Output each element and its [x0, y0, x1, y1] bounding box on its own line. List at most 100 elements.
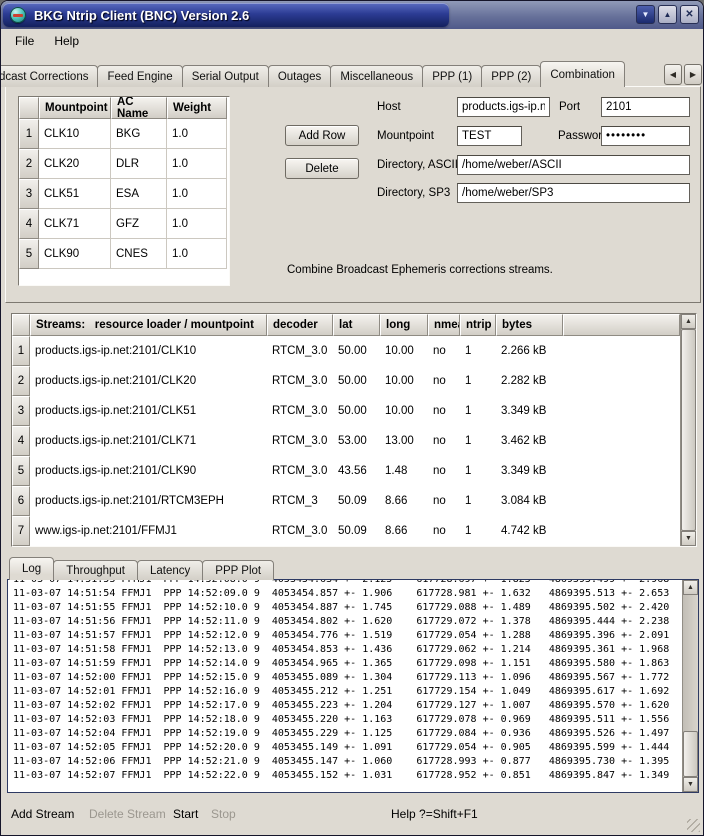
- cell-nmea[interactable]: no: [428, 366, 460, 396]
- col-header-decoder[interactable]: decoder: [267, 314, 333, 336]
- tab-scroll-right-button[interactable]: ▶: [684, 64, 702, 85]
- cell-bytes[interactable]: 3.349 kB: [496, 456, 563, 486]
- cell-mountpoint[interactable]: CLK71: [39, 209, 111, 239]
- cell-ac-name[interactable]: DLR: [111, 149, 167, 179]
- cell-nmea[interactable]: no: [428, 486, 460, 516]
- stream-row[interactable]: 5 products.igs-ip.net:2101/CLK90 RTCM_3.…: [12, 456, 696, 486]
- cell-long[interactable]: 8.66: [380, 486, 428, 516]
- cell-ntrip[interactable]: 1: [460, 516, 496, 546]
- combination-row[interactable]: 3 CLK51 ESA 1.0: [19, 179, 229, 209]
- tab-feed-engine[interactable]: Feed Engine: [97, 65, 182, 87]
- stream-row[interactable]: 3 products.igs-ip.net:2101/CLK51 RTCM_3.…: [12, 396, 696, 426]
- mountpoint-input[interactable]: [457, 126, 522, 146]
- cell-bytes[interactable]: 3.349 kB: [496, 396, 563, 426]
- tab-miscellaneous[interactable]: Miscellaneous: [330, 65, 423, 87]
- log-output[interactable]: 11-03-07 14:51:53 FFMJ1 PPP 14:52:08.0 9…: [13, 579, 669, 783]
- start-button[interactable]: Start: [173, 807, 198, 821]
- cell-mountpoint[interactable]: products.igs-ip.net:2101/CLK20: [30, 366, 267, 396]
- cell-mountpoint[interactable]: CLK20: [39, 149, 111, 179]
- cell-ntrip[interactable]: 1: [460, 486, 496, 516]
- cell-nmea[interactable]: no: [428, 396, 460, 426]
- cell-mountpoint[interactable]: products.igs-ip.net:2101/CLK90: [30, 456, 267, 486]
- cell-nmea[interactable]: no: [428, 336, 460, 366]
- cell-ac-name[interactable]: GFZ: [111, 209, 167, 239]
- stream-row[interactable]: 2 products.igs-ip.net:2101/CLK20 RTCM_3.…: [12, 366, 696, 396]
- scroll-up-button[interactable]: ▲: [681, 314, 696, 329]
- cell-bytes[interactable]: 2.266 kB: [496, 336, 563, 366]
- cell-long[interactable]: 8.66: [380, 516, 428, 546]
- combination-row[interactable]: 1 CLK10 BKG 1.0: [19, 119, 229, 149]
- close-button[interactable]: ✕: [680, 5, 699, 24]
- add-row-button[interactable]: Add Row: [285, 125, 359, 146]
- scrollbar-thumb[interactable]: [681, 329, 696, 531]
- col-header-ac-name[interactable]: AC Name: [111, 97, 167, 119]
- cell-decoder[interactable]: RTCM_3.0: [267, 396, 333, 426]
- cell-decoder[interactable]: RTCM_3.0: [267, 336, 333, 366]
- scrollbar-track[interactable]: [681, 329, 696, 531]
- tab-ppp-2[interactable]: PPP (2): [481, 65, 541, 87]
- stream-row[interactable]: 4 products.igs-ip.net:2101/CLK71 RTCM_3.…: [12, 426, 696, 456]
- cell-decoder[interactable]: RTCM_3.0: [267, 516, 333, 546]
- cell-mountpoint[interactable]: CLK51: [39, 179, 111, 209]
- cell-ac-name[interactable]: ESA: [111, 179, 167, 209]
- col-header-ntrip[interactable]: ntrip: [460, 314, 496, 336]
- col-header-streams[interactable]: Streams: resource loader / mountpoint: [30, 314, 267, 336]
- host-input[interactable]: [457, 97, 550, 117]
- directory-ascii-input[interactable]: [457, 155, 690, 175]
- cell-weight[interactable]: 1.0: [167, 149, 227, 179]
- col-header-nmea[interactable]: nmea: [428, 314, 460, 336]
- cell-long[interactable]: 10.00: [380, 396, 428, 426]
- tab-outages[interactable]: Outages: [268, 65, 331, 87]
- streams-scrollbar[interactable]: ▲ ▼: [680, 314, 696, 546]
- scroll-down-button[interactable]: ▼: [683, 777, 698, 792]
- password-input[interactable]: [601, 126, 690, 146]
- tab-throughput[interactable]: Throughput: [53, 560, 138, 580]
- cell-lat[interactable]: 53.00: [333, 426, 380, 456]
- cell-weight[interactable]: 1.0: [167, 119, 227, 149]
- combination-row[interactable]: 4 CLK71 GFZ 1.0: [19, 209, 229, 239]
- cell-mountpoint[interactable]: CLK90: [39, 239, 111, 269]
- cell-bytes[interactable]: 3.462 kB: [496, 426, 563, 456]
- cell-lat[interactable]: 43.56: [333, 456, 380, 486]
- col-header-bytes[interactable]: bytes: [496, 314, 563, 336]
- delete-button[interactable]: Delete: [285, 158, 359, 179]
- tab-latency[interactable]: Latency: [137, 560, 203, 580]
- tab-scroll-left-button[interactable]: ◀: [664, 64, 682, 85]
- cell-lat[interactable]: 50.00: [333, 336, 380, 366]
- log-scrollbar[interactable]: ▲ ▼: [682, 580, 698, 792]
- scroll-down-button[interactable]: ▼: [681, 531, 696, 546]
- cell-ntrip[interactable]: 1: [460, 366, 496, 396]
- cell-lat[interactable]: 50.00: [333, 396, 380, 426]
- menu-help[interactable]: Help: [44, 31, 89, 51]
- cell-nmea[interactable]: no: [428, 516, 460, 546]
- titlebar[interactable]: BKG Ntrip Client (BNC) Version 2.6 ▼ ▲ ✕: [1, 1, 703, 29]
- cell-mountpoint[interactable]: CLK10: [39, 119, 111, 149]
- cell-mountpoint[interactable]: products.igs-ip.net:2101/RTCM3EPH: [30, 486, 267, 516]
- cell-bytes[interactable]: 3.084 kB: [496, 486, 563, 516]
- cell-mountpoint[interactable]: products.igs-ip.net:2101/CLK51: [30, 396, 267, 426]
- cell-ntrip[interactable]: 1: [460, 396, 496, 426]
- tab-broadcast-corrections[interactable]: dcast Corrections: [1, 65, 98, 87]
- menu-file[interactable]: File: [5, 31, 44, 51]
- cell-bytes[interactable]: 4.742 kB: [496, 516, 563, 546]
- cell-lat[interactable]: 50.00: [333, 366, 380, 396]
- cell-ntrip[interactable]: 1: [460, 336, 496, 366]
- cell-long[interactable]: 1.48: [380, 456, 428, 486]
- scrollbar-thumb[interactable]: [683, 731, 698, 777]
- stream-row[interactable]: 1 products.igs-ip.net:2101/CLK10 RTCM_3.…: [12, 336, 696, 366]
- combination-row[interactable]: 2 CLK20 DLR 1.0: [19, 149, 229, 179]
- stream-row[interactable]: 6 products.igs-ip.net:2101/RTCM3EPH RTCM…: [12, 486, 696, 516]
- cell-decoder[interactable]: RTCM_3: [267, 486, 333, 516]
- help-button[interactable]: Help ?=Shift+F1: [391, 807, 478, 821]
- tab-combination[interactable]: Combination: [540, 61, 625, 87]
- col-header-mountpoint[interactable]: Mountpoint: [39, 97, 111, 119]
- cell-weight[interactable]: 1.0: [167, 209, 227, 239]
- cell-mountpoint[interactable]: products.igs-ip.net:2101/CLK71: [30, 426, 267, 456]
- cell-mountpoint[interactable]: www.igs-ip.net:2101/FFMJ1: [30, 516, 267, 546]
- tab-ppp-1[interactable]: PPP (1): [422, 65, 482, 87]
- app-icon[interactable]: [10, 7, 26, 23]
- cell-decoder[interactable]: RTCM_3.0: [267, 456, 333, 486]
- cell-bytes[interactable]: 2.282 kB: [496, 366, 563, 396]
- combination-row[interactable]: 5 CLK90 CNES 1.0: [19, 239, 229, 269]
- cell-lat[interactable]: 50.09: [333, 516, 380, 546]
